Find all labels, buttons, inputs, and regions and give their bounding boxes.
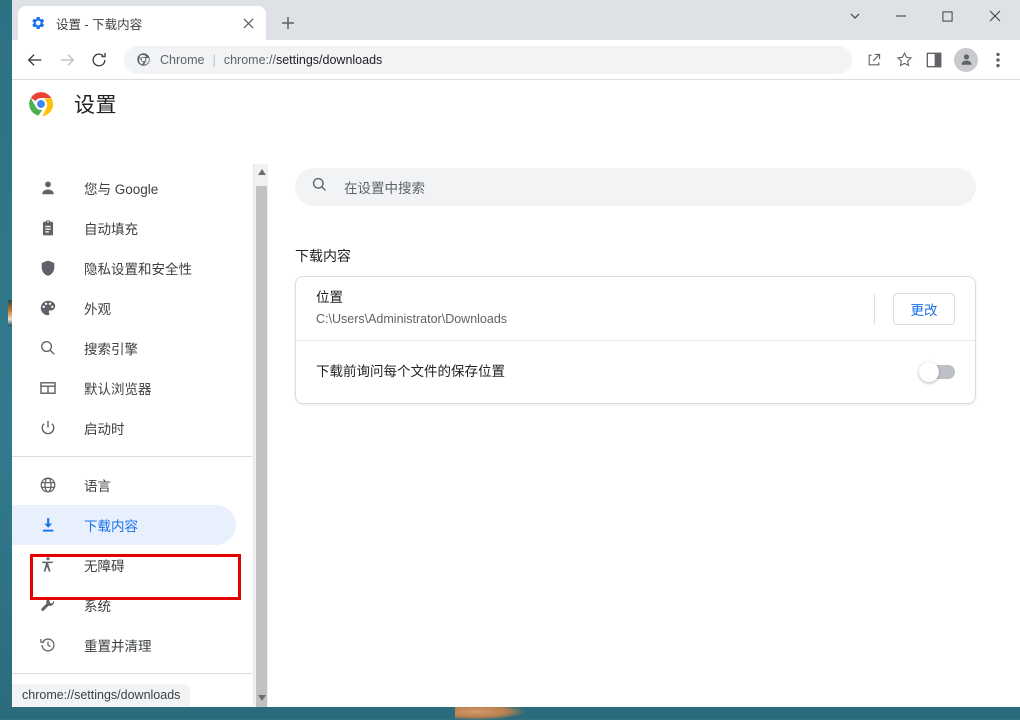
sidebar-item-autofill[interactable]: 自动填充 [12,208,236,248]
sidebar-item-label: 重置并清理 [84,635,152,655]
sidebar-item-label: 自动填充 [84,218,138,238]
sidebar-item-label: 无障碍 [84,555,125,575]
tab-close-icon[interactable] [238,13,258,33]
search-icon [38,338,58,358]
profile-avatar-icon[interactable] [954,48,978,72]
sidebar-item-system[interactable]: 系统 [12,585,236,625]
toggle-knob [919,362,939,382]
browser-window-icon [38,378,58,398]
browser-toolbar: Chrome | chrome://settings/downloads [12,40,1020,80]
sidebar-items: 您与 Google 自动填充 隐 [12,128,252,706]
section-title: 下载内容 [295,246,351,266]
sidebar-item-search-engine[interactable]: 搜索引擎 [12,328,236,368]
settings-page: 设置 在设置中搜索 [12,80,1020,706]
accessibility-icon [38,555,58,575]
sidebar-item-label: 启动时 [84,418,125,438]
maximize-icon[interactable] [924,0,970,32]
page-title: 设置 [74,89,117,119]
sidebar-item-downloads[interactable]: 下载内容 [12,505,236,545]
sidebar-item-default-browser[interactable]: 默认浏览器 [12,368,236,408]
sidebar-item-on-startup[interactable]: 启动时 [12,408,236,448]
tab-strip: 设置 - 下载内容 [12,0,1020,40]
status-bar-url: chrome://settings/downloads [12,684,190,706]
three-dot-menu-icon[interactable] [984,46,1012,74]
browser-window: 设置 - 下载内容 [12,0,1020,707]
scrollbar-thumb[interactable] [256,186,267,707]
download-location-row: 位置 C:\Users\Administrator\Downloads 更改 [296,277,975,340]
side-panel-icon[interactable] [920,46,948,74]
omnibox-separator: | [212,52,215,67]
scroll-up-icon[interactable] [254,164,269,180]
sidebar-item-accessibility[interactable]: 无障碍 [12,545,236,585]
download-location-text: 位置 C:\Users\Administrator\Downloads [316,288,874,329]
sidebar-item-label: 系统 [84,595,111,615]
shield-icon [38,258,58,278]
reload-icon[interactable] [84,45,114,75]
back-arrow-icon[interactable] [20,45,50,75]
sidebar-item-you-and-google[interactable]: 您与 Google [12,168,236,208]
omnibox-url-emphasis: settings/downloads [276,53,382,67]
tab-search-chevron-down-icon[interactable] [832,0,878,32]
download-location-path: C:\Users\Administrator\Downloads [316,310,874,329]
window-controls [832,0,1020,32]
sidebar-item-label: 外观 [84,298,111,318]
omnibox-url: chrome://settings/downloads [224,53,382,67]
close-icon[interactable] [970,0,1020,32]
ask-save-location-text: 下载前询问每个文件的保存位置 [316,362,921,382]
sidebar-scrollbar[interactable] [253,164,268,706]
person-icon [38,178,58,198]
gear-icon [30,15,46,31]
sidebar-divider [12,456,252,457]
restore-history-icon [38,635,58,655]
scroll-down-icon[interactable] [254,690,269,706]
sidebar-item-label: 您与 Google [84,178,158,198]
change-location-button[interactable]: 更改 [893,293,955,325]
sidebar-item-label: 搜索引擎 [84,338,138,358]
ask-save-location-title: 下载前询问每个文件的保存位置 [316,362,921,382]
sidebar-item-languages[interactable]: 语言 [12,465,236,505]
settings-sidebar: 您与 Google 自动填充 隐 [12,128,252,706]
address-bar[interactable]: Chrome | chrome://settings/downloads [124,46,852,74]
wrench-icon [38,595,58,615]
omnibox-url-prefix: chrome:// [224,53,276,67]
share-icon[interactable] [860,46,888,74]
ask-save-location-toggle[interactable] [921,365,955,379]
row-divider [874,294,875,324]
download-icon [38,515,58,535]
tab-title: 设置 - 下载内容 [56,14,238,33]
omnibox-scheme-label: Chrome [160,53,204,67]
palette-icon [38,298,58,318]
sidebar-item-appearance[interactable]: 外观 [12,288,236,328]
settings-header: 设置 [12,80,1020,128]
clipboard-icon [38,218,58,238]
globe-icon [38,475,58,495]
power-icon [38,418,58,438]
new-tab-button[interactable] [274,9,302,37]
settings-content: 下载内容 位置 C:\Users\Administrator\Downloads… [270,128,1020,706]
download-location-title: 位置 [316,288,874,308]
browser-tab[interactable]: 设置 - 下载内容 [18,6,266,40]
ask-save-location-row: 下载前询问每个文件的保存位置 [296,340,975,403]
minimize-icon[interactable] [878,0,924,32]
desktop-artifact-bottom [455,706,525,720]
forward-arrow-icon [52,45,82,75]
sidebar-divider-bottom [12,673,252,674]
chrome-logo-icon [28,91,54,117]
downloads-settings-card: 位置 C:\Users\Administrator\Downloads 更改 下… [295,276,976,404]
chrome-icon [136,52,152,68]
sidebar-item-privacy-security[interactable]: 隐私设置和安全性 [12,248,236,288]
sidebar-item-label: 语言 [84,475,111,495]
star-icon[interactable] [890,46,918,74]
sidebar-item-label: 隐私设置和安全性 [84,258,192,278]
sidebar-item-reset-cleanup[interactable]: 重置并清理 [12,625,236,665]
sidebar-item-label: 默认浏览器 [84,378,152,398]
sidebar-item-label: 下载内容 [84,515,138,535]
